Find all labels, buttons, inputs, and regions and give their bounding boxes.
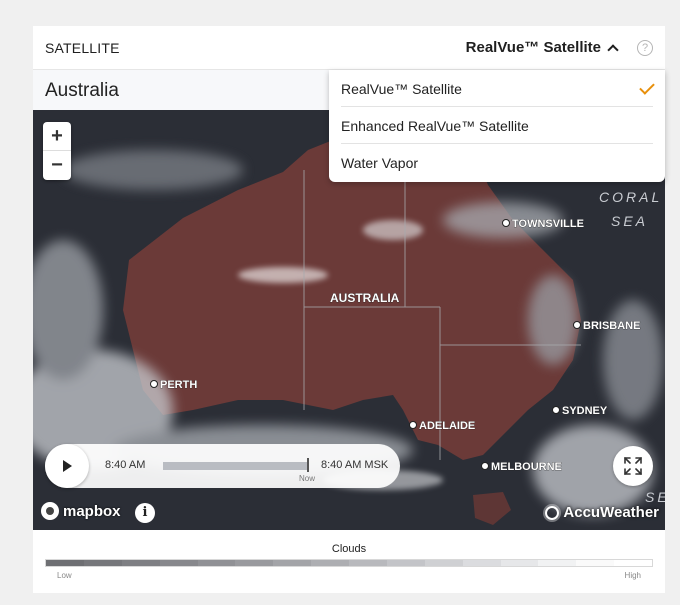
legend-swatch xyxy=(46,560,84,566)
city-label-sydney: SYDNEY xyxy=(562,405,608,417)
sea-label-partial: SE xyxy=(645,489,665,505)
legend-swatch xyxy=(424,560,463,566)
mapbox-icon xyxy=(41,502,59,520)
legend-title: Clouds xyxy=(331,543,367,555)
mapbox-text: mapbox xyxy=(63,502,121,520)
expand-icon xyxy=(624,457,642,475)
legend-swatch xyxy=(614,560,652,566)
layer-selector[interactable]: RealVue™ Satellite xyxy=(465,39,619,56)
legend-low-label: Low xyxy=(57,571,72,580)
sea-label-sea: SEA xyxy=(611,213,648,229)
info-icon[interactable]: i xyxy=(135,503,155,523)
city-adelaide[interactable]: ADELAIDE xyxy=(409,420,476,432)
layer-option-label: Enhanced RealVue™ Satellite xyxy=(341,118,529,134)
city-label-brisbane: BRISBANE xyxy=(583,320,640,332)
legend-swatch xyxy=(235,560,274,566)
zoom-control: + − xyxy=(43,122,71,180)
region-name: Australia xyxy=(45,80,119,101)
country-label: AUSTRALIA xyxy=(330,291,400,305)
card-header: SATELLITE RealVue™ Satellite ? xyxy=(33,26,665,70)
layer-option-realvue[interactable]: RealVue™ Satellite xyxy=(341,70,655,107)
legend-swatch xyxy=(576,560,615,566)
layer-option-label: Water Vapor xyxy=(341,155,419,171)
help-icon[interactable]: ? xyxy=(637,40,653,56)
legend-swatch xyxy=(273,560,312,566)
layer-selector-label: RealVue™ Satellite xyxy=(465,39,601,56)
legend-swatch xyxy=(159,560,198,566)
city-brisbane[interactable]: BRISBANE xyxy=(573,320,641,332)
accuweather-logo: AccuWeather xyxy=(545,504,659,521)
satellite-card: SATELLITE RealVue™ Satellite ? Australia xyxy=(33,26,665,593)
accuweather-text: AccuWeather xyxy=(563,504,659,521)
legend-swatch xyxy=(538,560,577,566)
legend-swatch xyxy=(349,560,387,566)
legend-swatch xyxy=(462,560,501,566)
city-label-townsville: TOWNSVILLE xyxy=(512,218,584,230)
timeline-track[interactable] xyxy=(163,462,309,470)
layer-option-enhanced-realvue[interactable]: Enhanced RealVue™ Satellite xyxy=(341,107,653,144)
sea-label-coral: CORAL xyxy=(599,189,662,205)
layer-option-label: RealVue™ Satellite xyxy=(341,81,462,97)
now-label: Now xyxy=(299,474,316,483)
fullscreen-button[interactable] xyxy=(613,446,653,486)
mapbox-logo[interactable]: mapbox xyxy=(41,502,121,520)
legend-swatch xyxy=(83,560,122,566)
end-time: 8:40 AM MSK xyxy=(321,459,389,471)
city-label-perth: PERTH xyxy=(160,379,197,391)
city-townsville[interactable]: TOWNSVILLE xyxy=(502,218,584,230)
zoom-in-button[interactable]: + xyxy=(43,122,71,151)
chevron-up-icon xyxy=(607,43,619,56)
start-time: 8:40 AM xyxy=(105,459,146,471)
city-melbourne[interactable]: MELBOURNE xyxy=(481,461,562,473)
timeline-player: 8:40 AM Now 8:40 AM MSK xyxy=(45,444,400,488)
legend-swatch xyxy=(500,560,539,566)
legend-color-scale xyxy=(45,559,653,567)
play-button[interactable] xyxy=(45,444,89,488)
card-title: SATELLITE xyxy=(45,40,120,56)
legend-swatch xyxy=(121,560,160,566)
legend-high-label: High xyxy=(624,571,641,580)
legend-swatch xyxy=(311,560,349,566)
timeline-handle[interactable] xyxy=(307,458,309,472)
checkmark-icon xyxy=(639,79,655,95)
layer-option-water-vapor[interactable]: Water Vapor xyxy=(341,144,653,181)
zoom-out-button[interactable]: − xyxy=(43,151,71,180)
city-label-adelaide: ADELAIDE xyxy=(419,420,475,432)
city-label-melbourne: MELBOURNE xyxy=(491,461,562,473)
layer-dropdown: RealVue™ Satellite Enhanced RealVue™ Sat… xyxy=(329,70,665,182)
sun-icon xyxy=(545,505,560,520)
legend-swatch xyxy=(386,560,425,566)
legend-swatch xyxy=(197,560,236,566)
